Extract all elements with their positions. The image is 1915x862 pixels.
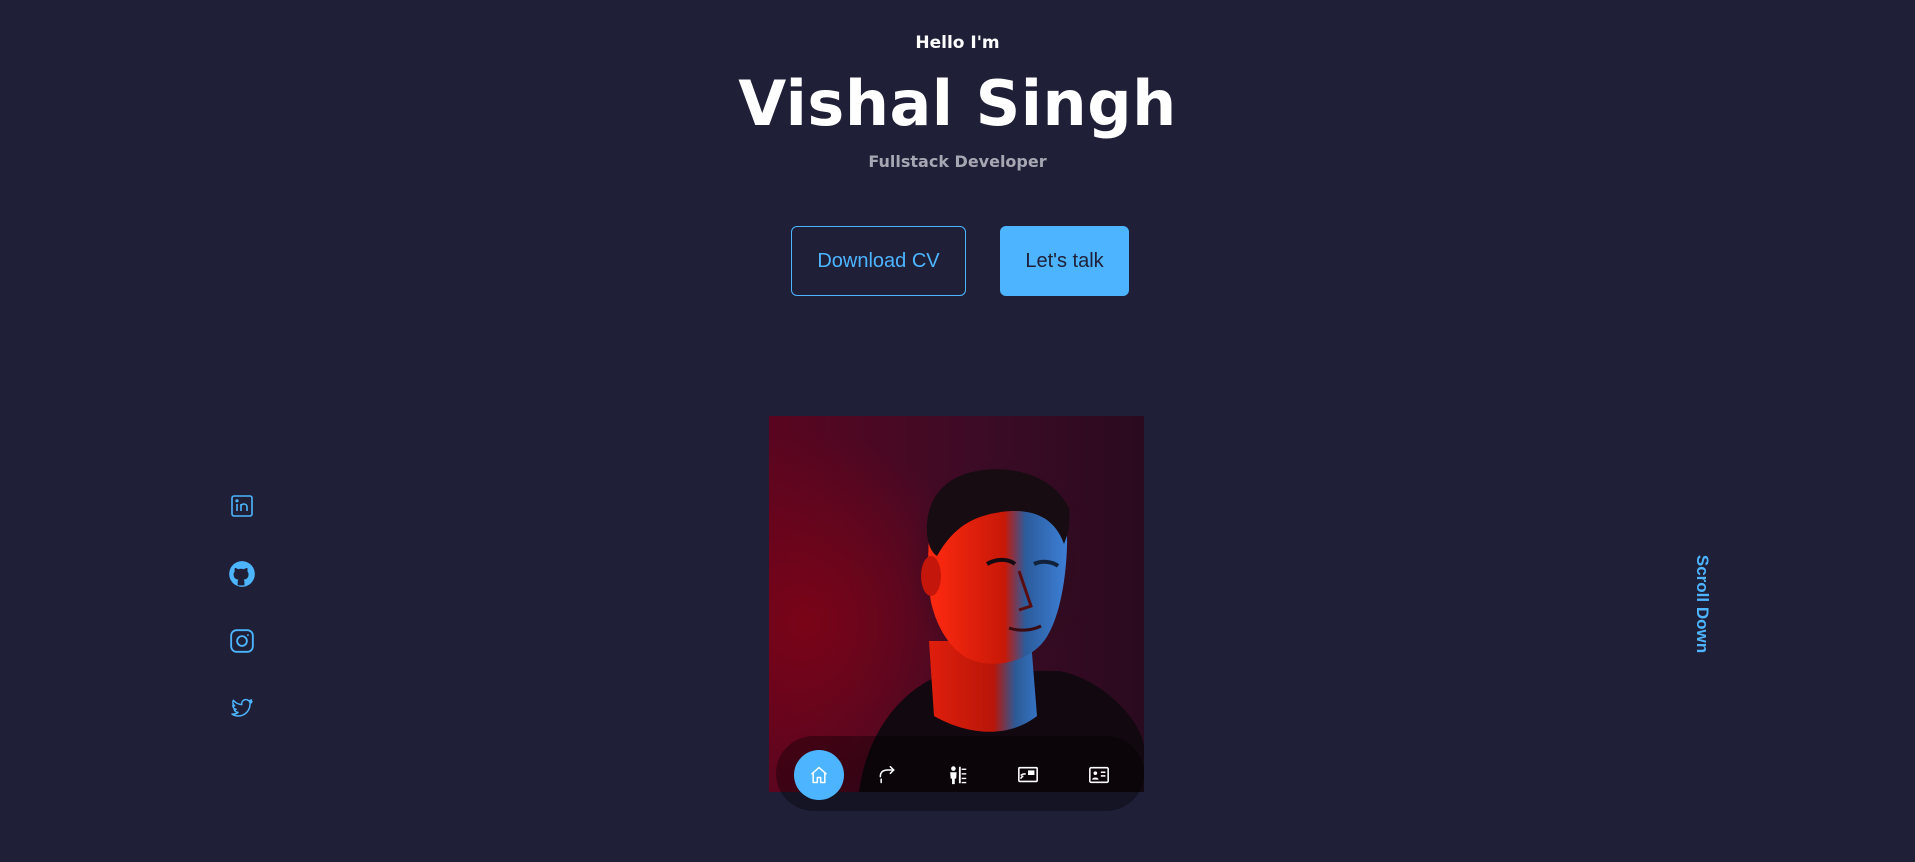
home-icon — [811, 766, 827, 784]
lets-talk-button[interactable]: Let's talk — [1000, 226, 1129, 296]
nav-home[interactable] — [794, 750, 844, 800]
nav-services[interactable] — [1003, 750, 1053, 800]
share-icon — [879, 765, 895, 784]
greeting-text: Hello I'm — [915, 33, 1000, 53]
twitter-link[interactable] — [227, 694, 257, 724]
nav-about[interactable] — [933, 750, 983, 800]
contact-card-icon — [1089, 766, 1109, 784]
twitter-icon — [231, 698, 253, 717]
instagram-icon — [230, 629, 254, 653]
role-subtitle: Fullstack Developer — [868, 152, 1047, 171]
nav-contact[interactable] — [1074, 750, 1124, 800]
linkedin-icon — [231, 495, 253, 517]
scroll-down-link[interactable]: Scroll Down — [1688, 544, 1712, 664]
download-cv-button[interactable]: Download CV — [791, 226, 966, 296]
github-icon — [229, 561, 255, 587]
github-link[interactable] — [227, 559, 257, 589]
instagram-link[interactable] — [227, 626, 257, 656]
page-title: Vishal Singh — [738, 67, 1177, 140]
linkedin-link[interactable] — [227, 491, 257, 521]
nav-share[interactable] — [862, 750, 912, 800]
screen-icon — [1018, 766, 1038, 783]
person-list-icon — [950, 766, 967, 785]
hero-section: Hello I'm Vishal Singh Fullstack Develop… — [0, 0, 1915, 862]
